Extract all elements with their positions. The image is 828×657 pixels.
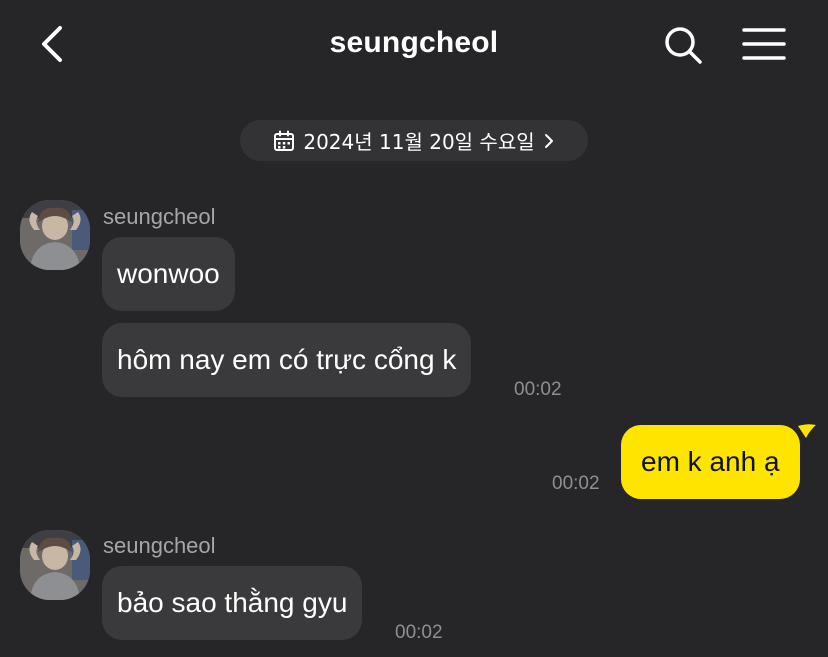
date-label: 2024년 11월 20일 수요일 (303, 130, 535, 154)
message-bubble[interactable]: bảo sao thằng gyu (102, 566, 363, 640)
avatar-photo (20, 200, 90, 270)
avatar-photo (20, 530, 90, 600)
search-button[interactable] (660, 22, 706, 68)
chevron-right-icon (544, 133, 553, 148)
message-time: 00:02 (395, 622, 443, 643)
my-message-bubble[interactable]: em k anh ạ (621, 425, 800, 499)
message-bubble[interactable]: hôm nay em có trực cổng k (102, 323, 472, 397)
menu-icon (742, 28, 786, 60)
bubble-tail (798, 424, 816, 438)
calendar-icon (274, 130, 295, 151)
chat-header: seungcheol (0, 0, 828, 90)
message-bubble[interactable]: wonwoo (102, 237, 235, 311)
sender-avatar[interactable] (20, 530, 90, 600)
sender-name: seungcheol (103, 533, 216, 558)
message-time: 00:02 (514, 379, 562, 400)
message-time: 00:02 (552, 473, 600, 494)
sender-name: seungcheol (103, 204, 216, 229)
date-divider[interactable]: 2024년 11월 20일 수요일 (240, 120, 588, 161)
menu-button[interactable] (740, 24, 788, 64)
search-icon (665, 27, 702, 64)
sender-avatar[interactable] (20, 200, 90, 270)
